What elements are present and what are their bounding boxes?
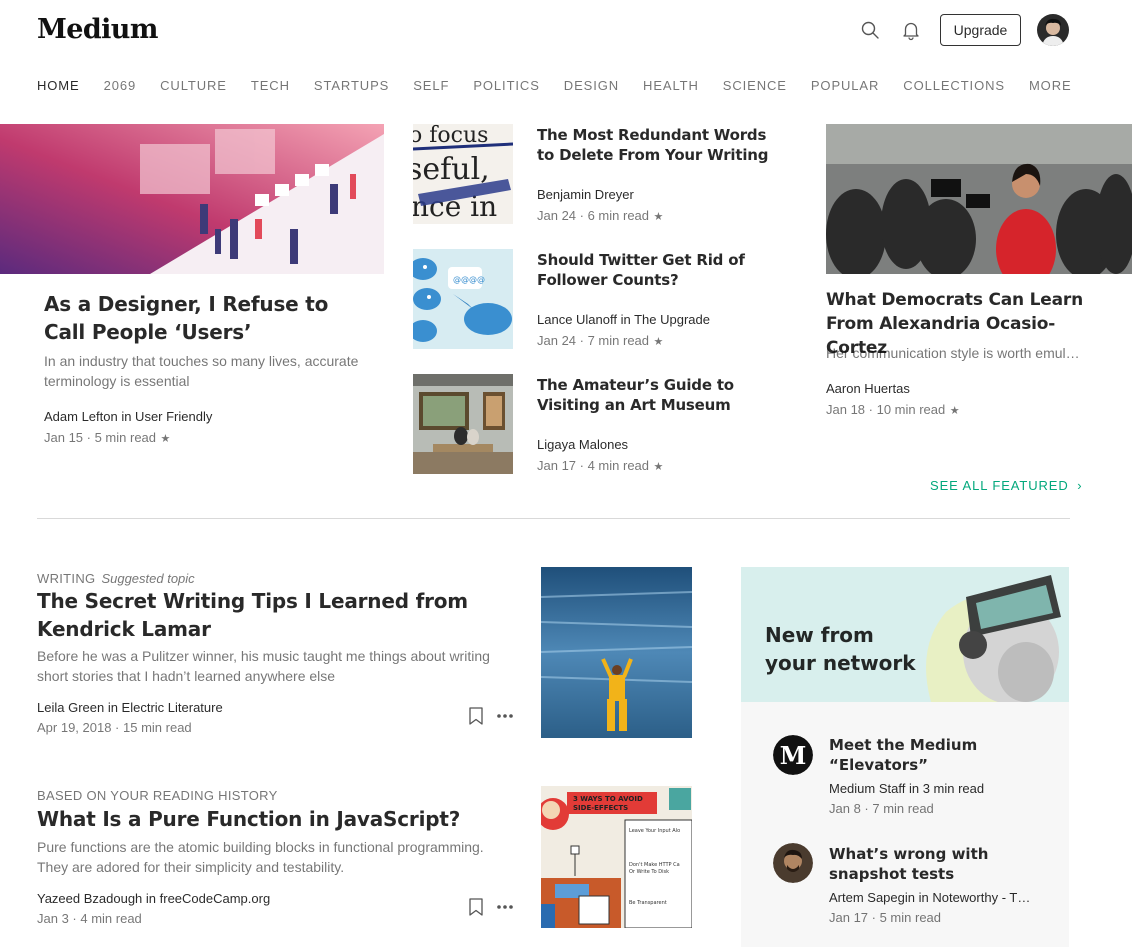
svg-text:Be Transparent: Be Transparent — [629, 900, 667, 906]
stream-1-kicker[interactable]: WRITING — [37, 571, 95, 586]
featured-left-title[interactable]: As a Designer, I Refuse to Call People ‘… — [44, 290, 374, 346]
more-icon[interactable] — [495, 897, 515, 917]
stream-2-author[interactable]: Yazeed Bzadough in freeCodeCamp.org — [37, 891, 270, 906]
nav-collections[interactable]: COLLECTIONS — [903, 78, 1005, 98]
star-icon: ★ — [653, 211, 664, 223]
featured-mid-2-meta-row: Jan 24 · 7 min read ★ — [537, 332, 663, 350]
network-2-author[interactable]: Artem Sapegin in Noteworthy - T… — [829, 890, 1030, 905]
section-divider — [37, 518, 1070, 519]
svg-text:Or Write To Disk: Or Write To Disk — [629, 869, 669, 875]
svg-text:seful,: seful, — [413, 152, 490, 187]
star-icon: ★ — [653, 461, 664, 473]
stream-1-image[interactable] — [541, 567, 692, 738]
stream-1-subtitle: Before he was a Pulitzer winner, his mus… — [37, 648, 490, 684]
bookmark-icon[interactable] — [466, 897, 486, 917]
svg-text:M: M — [780, 741, 807, 770]
network-1-title[interactable]: Meet the Medium “Elevators” — [829, 735, 1029, 775]
network-2-avatar[interactable] — [773, 843, 813, 883]
more-icon[interactable] — [495, 706, 515, 726]
featured-mid-1-meta: Jan 24 · 6 min read — [537, 208, 650, 223]
featured-mid-2-image[interactable]: @@@@ — [413, 249, 513, 349]
bookmark-icon[interactable] — [466, 706, 486, 726]
topic-nav: HOME 2069 CULTURE TECH STARTUPS SELF POL… — [37, 78, 1072, 98]
svg-text:Leave Your Input Alo: Leave Your Input Alo — [629, 828, 680, 834]
featured-mid-3-author[interactable]: Ligaya Malones — [537, 437, 628, 452]
stream-1-kicker-note: Suggested topic — [101, 571, 195, 586]
featured-right-image[interactable] — [826, 124, 1132, 274]
stream-1-title[interactable]: The Secret Writing Tips I Learned from K… — [37, 587, 497, 643]
network-1-meta: Jan 8 · 7 min read — [829, 801, 934, 816]
stream-2-subtitle: Pure functions are the atomic building b… — [37, 839, 484, 875]
featured-mid-3-image[interactable] — [413, 374, 513, 474]
svg-text:@@@@: @@@@ — [453, 275, 485, 284]
featured-mid-3-title[interactable]: The Amateur’s Guide to Visiting an Art M… — [537, 375, 797, 415]
featured-right-meta-row: Jan 18 · 10 min read ★ — [826, 401, 960, 419]
network-1-avatar[interactable]: M — [773, 735, 813, 775]
see-all-featured-link[interactable]: SEE ALL FEATURED › — [930, 478, 1082, 493]
featured-mid-1-title[interactable]: The Most Redundant Words to Delete From … — [537, 125, 787, 165]
featured-mid-2-author[interactable]: Lance Ulanoff in The Upgrade — [537, 312, 710, 327]
search-icon[interactable] — [858, 18, 882, 42]
upgrade-button[interactable]: Upgrade — [940, 14, 1021, 46]
featured-left-image[interactable] — [0, 124, 384, 274]
network-2-meta: Jan 17 · 5 min read — [829, 910, 942, 925]
stream-2-kicker[interactable]: BASED ON YOUR READING HISTORY — [37, 788, 278, 803]
star-icon: ★ — [949, 405, 960, 417]
network-title-line-2: your network — [765, 651, 916, 675]
featured-mid-1-meta-row: Jan 24 · 6 min read ★ — [537, 207, 663, 225]
nav-design[interactable]: DESIGN — [564, 78, 619, 98]
bell-icon[interactable] — [899, 18, 923, 42]
svg-text:SIDE-EFFECTS: SIDE-EFFECTS — [573, 804, 628, 812]
svg-text:3 WAYS TO AVOID: 3 WAYS TO AVOID — [573, 795, 643, 803]
nav-health[interactable]: HEALTH — [643, 78, 699, 98]
nav-home[interactable]: HOME — [37, 78, 80, 98]
medium-logo[interactable]: Medium — [37, 14, 158, 45]
featured-right-subtitle: Her communication style is worth emul… — [826, 345, 1080, 361]
featured-right-meta: Jan 18 · 10 min read — [826, 402, 946, 417]
featured-mid-2-meta: Jan 24 · 7 min read — [537, 333, 650, 348]
featured-mid-1-image[interactable]: o focus seful, nce in — [413, 124, 513, 224]
nav-popular[interactable]: POPULAR — [811, 78, 879, 98]
user-avatar[interactable] — [1037, 14, 1069, 46]
stream-1-kicker-row: WRITING Suggested topic — [37, 571, 195, 586]
nav-2069[interactable]: 2069 — [104, 78, 137, 98]
stream-1-author[interactable]: Leila Green in Electric Literature — [37, 700, 223, 715]
star-icon: ★ — [160, 433, 171, 445]
nav-tech[interactable]: TECH — [251, 78, 290, 98]
featured-left-subtitle: In an industry that touches so many live… — [44, 353, 359, 389]
nav-science[interactable]: SCIENCE — [723, 78, 787, 98]
featured-left-author[interactable]: Adam Lefton in User Friendly — [44, 409, 212, 424]
featured-mid-2-title[interactable]: Should Twitter Get Rid of Follower Count… — [537, 250, 787, 290]
featured-left-meta: Jan 15 · 5 min read — [44, 430, 157, 445]
stream-2-title[interactable]: What Is a Pure Function in JavaScript? — [37, 805, 507, 833]
featured-mid-3-meta: Jan 17 · 4 min read — [537, 458, 650, 473]
stream-1-meta: Apr 19, 2018 · 15 min read — [37, 720, 192, 735]
nav-startups[interactable]: STARTUPS — [314, 78, 389, 98]
network-2-title[interactable]: What’s wrong with snapshot tests — [829, 844, 1029, 884]
see-all-label: SEE ALL FEATURED — [930, 478, 1069, 493]
network-title-line-1: New from — [765, 623, 874, 647]
network-1-author[interactable]: Medium Staff in 3 min read — [829, 781, 984, 796]
featured-left-meta-row: Jan 15 · 5 min read ★ — [44, 429, 170, 447]
chevron-right-icon: › — [1077, 478, 1083, 493]
featured-mid-1-author[interactable]: Benjamin Dreyer — [537, 187, 634, 202]
nav-politics[interactable]: POLITICS — [473, 78, 539, 98]
nav-more[interactable]: MORE — [1029, 78, 1072, 98]
network-title: New from your network — [765, 621, 916, 677]
nav-self[interactable]: SELF — [413, 78, 449, 98]
stream-2-image[interactable]: 3 WAYS TO AVOID SIDE-EFFECTS Leave Your … — [541, 786, 692, 928]
svg-text:Don't Make HTTP Ca: Don't Make HTTP Ca — [629, 862, 680, 868]
star-icon: ★ — [653, 336, 664, 348]
stream-2-meta: Jan 3 · 4 min read — [37, 911, 142, 926]
nav-culture[interactable]: CULTURE — [160, 78, 227, 98]
featured-right-author[interactable]: Aaron Huertas — [826, 381, 910, 396]
featured-mid-3-meta-row: Jan 17 · 4 min read ★ — [537, 457, 663, 475]
